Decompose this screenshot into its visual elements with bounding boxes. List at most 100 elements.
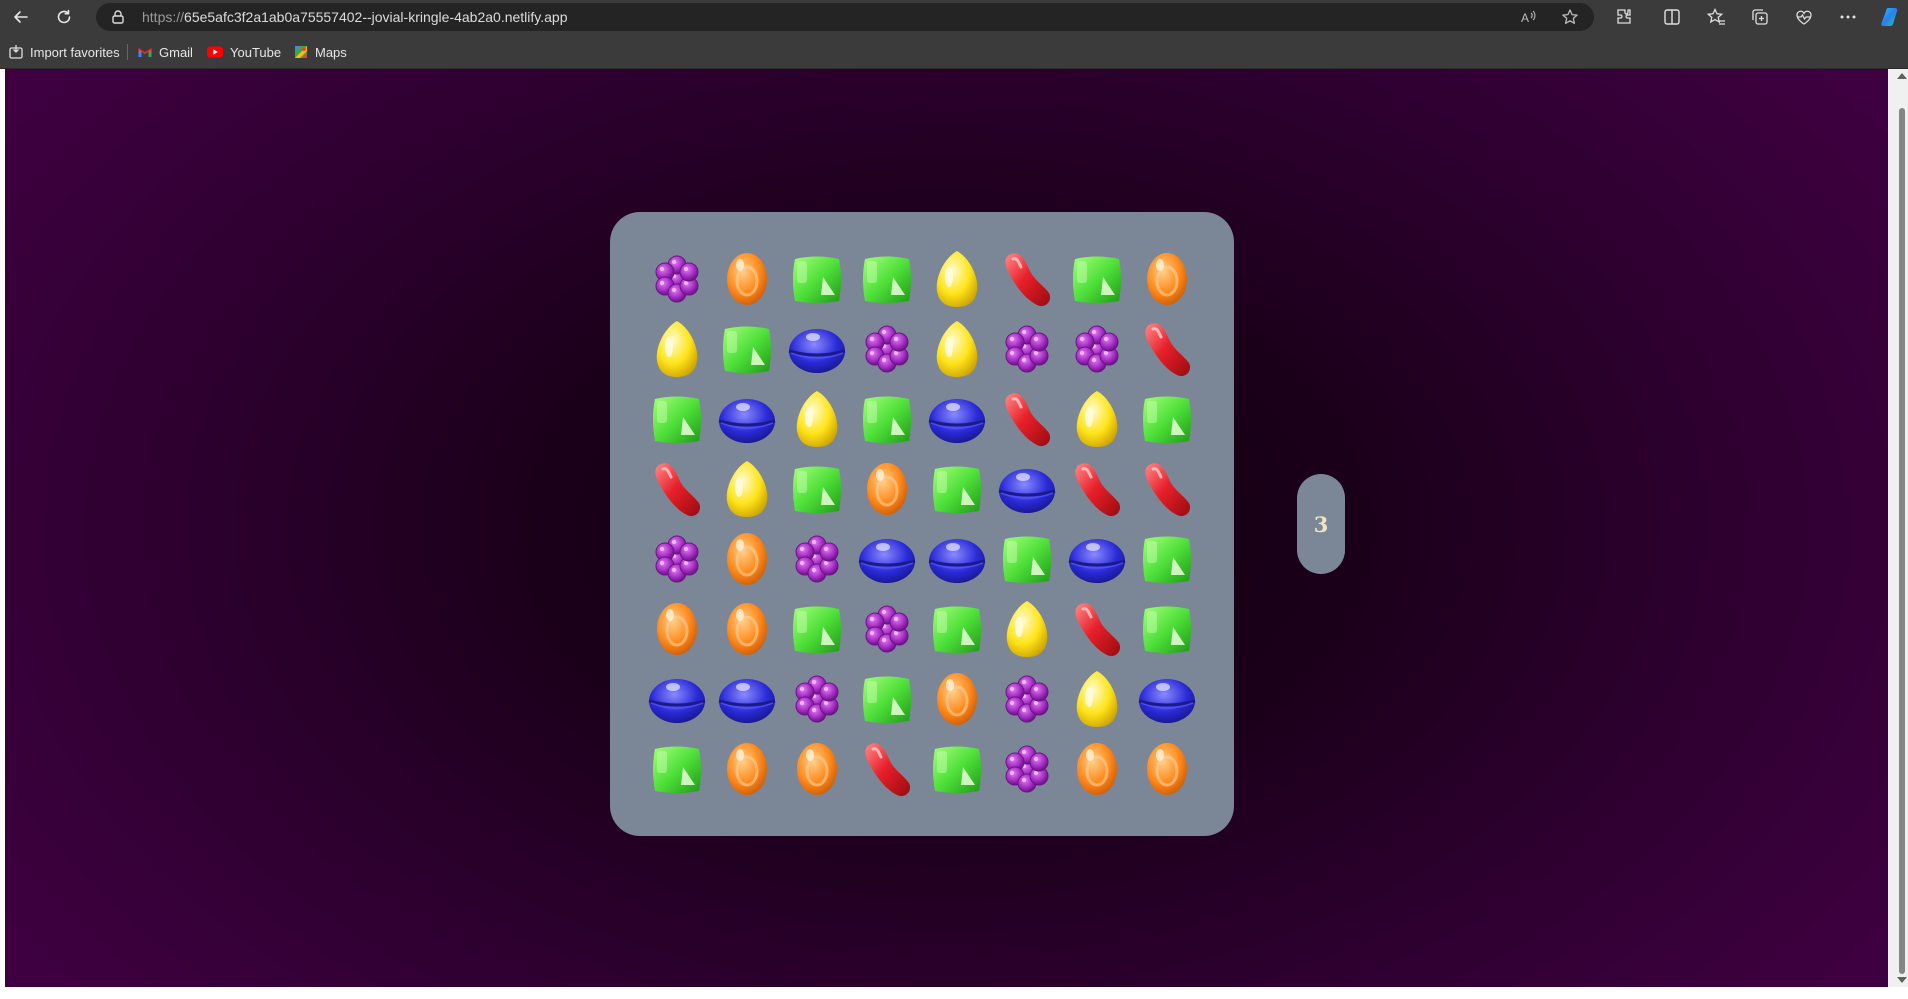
board-cell[interactable] <box>922 664 992 734</box>
board-cell[interactable] <box>922 314 992 384</box>
board-cell[interactable] <box>712 454 782 524</box>
board-cell[interactable] <box>852 524 922 594</box>
red-candy-icon <box>655 463 701 517</box>
board-cell[interactable] <box>642 384 712 454</box>
bookmarks-bar: Import favorites Gmail YouTube Maps <box>0 34 1908 69</box>
scrollbar-thumb[interactable] <box>1899 108 1905 974</box>
green-candy-icon <box>933 466 981 513</box>
youtube-icon <box>207 46 223 58</box>
star-icon[interactable] <box>1561 8 1579 26</box>
board-cell[interactable] <box>642 594 712 664</box>
board-cell[interactable] <box>852 664 922 734</box>
bookmark-import-favorites[interactable]: Import favorites <box>8 43 120 61</box>
orange-candy-icon <box>867 463 907 515</box>
board-cell[interactable] <box>992 664 1062 734</box>
refresh-button[interactable] <box>52 5 76 29</box>
board-cell[interactable] <box>1062 594 1132 664</box>
board-cell[interactable] <box>1132 734 1202 804</box>
board-cell[interactable] <box>922 594 992 664</box>
board-cell[interactable] <box>1132 664 1202 734</box>
board-cell[interactable] <box>712 384 782 454</box>
bookmark-maps[interactable]: Maps <box>293 43 347 61</box>
board-cell[interactable] <box>1062 384 1132 454</box>
board-cell[interactable] <box>1062 664 1132 734</box>
scroll-down-arrow-icon[interactable] <box>1897 977 1907 983</box>
board-cell[interactable] <box>852 734 922 804</box>
green-candy-icon <box>793 466 841 513</box>
board-cell[interactable] <box>1062 454 1132 524</box>
red-candy-icon <box>1145 463 1191 517</box>
board-cell[interactable] <box>782 594 852 664</box>
more-options-icon[interactable] <box>1838 7 1858 27</box>
board-cell[interactable] <box>992 734 1062 804</box>
board-cell[interactable] <box>782 384 852 454</box>
back-button[interactable] <box>9 5 33 29</box>
green-candy-icon <box>1143 536 1191 583</box>
board-cell[interactable] <box>1062 314 1132 384</box>
orange-candy-icon <box>1077 743 1117 795</box>
board-cell[interactable] <box>992 594 1062 664</box>
board-cell[interactable] <box>642 314 712 384</box>
board-cell[interactable] <box>992 524 1062 594</box>
board-cell[interactable] <box>992 454 1062 524</box>
board-cell[interactable] <box>1132 454 1202 524</box>
board-cell[interactable] <box>1132 524 1202 594</box>
purple-candy-icon <box>1005 675 1049 723</box>
board-cell[interactable] <box>852 594 922 664</box>
board-cell[interactable] <box>782 664 852 734</box>
board-cell[interactable] <box>712 734 782 804</box>
url-text[interactable]: https://65e5afc3f2a1ab0a75557402--jovial… <box>142 9 568 25</box>
board-cell[interactable] <box>1062 734 1132 804</box>
board-cell[interactable] <box>992 244 1062 314</box>
read-aloud-icon[interactable]: A <box>1520 8 1538 26</box>
board-cell[interactable] <box>852 314 922 384</box>
board-cell[interactable] <box>782 734 852 804</box>
board-cell[interactable] <box>642 734 712 804</box>
address-bar[interactable]: https://65e5afc3f2a1ab0a75557402--jovial… <box>96 3 1594 31</box>
favorites-icon[interactable] <box>1706 7 1726 27</box>
board-cell[interactable] <box>1062 244 1132 314</box>
board-cell[interactable] <box>1132 594 1202 664</box>
collections-icon[interactable] <box>1750 7 1770 27</box>
red-candy-icon <box>1005 393 1051 447</box>
scroll-up-arrow-icon[interactable] <box>1897 73 1907 79</box>
browser-essentials-icon[interactable] <box>1794 7 1814 27</box>
board-cell[interactable] <box>642 524 712 594</box>
bookmark-youtube[interactable]: YouTube <box>206 43 281 61</box>
board-cell[interactable] <box>852 244 922 314</box>
board-cell[interactable] <box>1132 244 1202 314</box>
board-cell[interactable] <box>712 664 782 734</box>
board-cell[interactable] <box>1062 524 1132 594</box>
blue-candy-icon <box>788 329 846 373</box>
board-cell[interactable] <box>922 244 992 314</box>
board-cell[interactable] <box>1132 314 1202 384</box>
board-cell[interactable] <box>922 454 992 524</box>
board-cell[interactable] <box>1132 384 1202 454</box>
board-cell[interactable] <box>782 314 852 384</box>
board-cell[interactable] <box>782 454 852 524</box>
board-cell[interactable] <box>922 524 992 594</box>
board-cell[interactable] <box>782 524 852 594</box>
board-cell[interactable] <box>712 594 782 664</box>
board-cell[interactable] <box>852 454 922 524</box>
svg-text:A: A <box>1521 11 1529 25</box>
board-cell[interactable] <box>642 244 712 314</box>
board-cell[interactable] <box>922 384 992 454</box>
extensions-icon[interactable] <box>1614 7 1634 27</box>
bookmark-gmail[interactable]: Gmail <box>137 43 193 61</box>
purple-candy-icon <box>655 535 699 583</box>
vertical-scrollbar[interactable] <box>1888 69 1908 987</box>
board-cell[interactable] <box>922 734 992 804</box>
board-cell[interactable] <box>712 314 782 384</box>
board-cell[interactable] <box>852 384 922 454</box>
board-cell[interactable] <box>992 384 1062 454</box>
purple-candy-icon <box>1075 325 1119 373</box>
board-cell[interactable] <box>712 244 782 314</box>
board-cell[interactable] <box>642 454 712 524</box>
copilot-icon[interactable] <box>1879 5 1903 29</box>
board-cell[interactable] <box>642 664 712 734</box>
board-cell[interactable] <box>782 244 852 314</box>
board-cell[interactable] <box>992 314 1062 384</box>
board-cell[interactable] <box>712 524 782 594</box>
split-screen-icon[interactable] <box>1662 7 1682 27</box>
